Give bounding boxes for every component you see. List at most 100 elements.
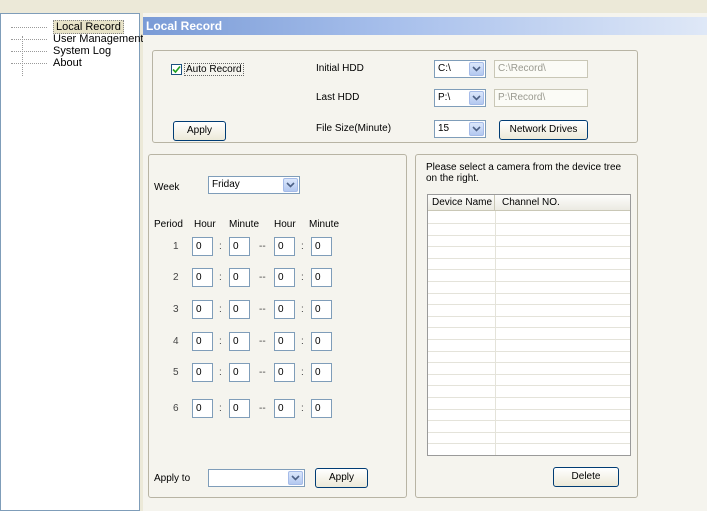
period-number: 4 (173, 336, 179, 347)
start-minute-header: Minute (229, 219, 260, 230)
start-minute-input[interactable]: 0 (229, 237, 250, 256)
period-header: Period (154, 219, 183, 230)
end-minute-input[interactable]: 0 (311, 332, 332, 351)
start-minute-input[interactable]: 0 (229, 268, 250, 287)
chevron-down-icon (469, 91, 484, 105)
table-row (428, 223, 630, 224)
network-drives-button[interactable]: Network Drives (499, 120, 588, 140)
chevron-down-icon (288, 471, 303, 485)
table-row (428, 408, 630, 410)
end-hour-input[interactable]: 0 (274, 399, 295, 418)
table-row (428, 431, 630, 433)
range-separator: -- (259, 403, 266, 414)
end-minute-input[interactable]: 0 (311, 363, 332, 382)
table-row (428, 234, 630, 236)
table-row (428, 327, 630, 329)
file-size-value: 15 (438, 123, 450, 134)
table-row (428, 304, 630, 306)
record-settings-group: Auto Record Initial HDD Last HDD File Si… (152, 50, 638, 143)
start-hour-header: Hour (194, 219, 216, 230)
chevron-down-icon (469, 62, 484, 76)
end-minute-header: Minute (309, 219, 340, 230)
colon-separator: : (301, 403, 304, 414)
apply-to-select[interactable] (208, 469, 305, 487)
file-size-select[interactable]: 15 (434, 120, 486, 138)
start-hour-input[interactable]: 0 (192, 300, 213, 319)
table-row (428, 420, 630, 422)
period-row: 4 0 : 0 -- 0 : 0 (149, 331, 399, 352)
end-hour-input[interactable]: 0 (274, 363, 295, 382)
column-header-channel-no[interactable]: Channel NO. (498, 195, 628, 211)
auto-record-label: Auto Record (184, 63, 244, 76)
chevron-down-icon (283, 178, 298, 192)
table-row (428, 257, 630, 259)
start-hour-input[interactable]: 0 (192, 237, 213, 256)
window-top-strip (0, 0, 707, 13)
table-row (428, 385, 630, 387)
table-row (428, 397, 630, 398)
last-hdd-select[interactable]: P:\ (434, 89, 486, 107)
apply-schedule-button[interactable]: Apply (315, 468, 368, 488)
end-hour-input[interactable]: 0 (274, 332, 295, 351)
tree-branch-line (11, 26, 47, 28)
sidebar-item-about[interactable]: About (11, 57, 82, 69)
end-hour-input[interactable]: 0 (274, 237, 295, 256)
colon-separator: : (301, 241, 304, 252)
colon-separator: : (219, 403, 222, 414)
end-minute-input[interactable]: 0 (311, 399, 332, 418)
camera-table-header: Device Name Channel NO. (428, 195, 630, 211)
last-hdd-path-field[interactable]: P:\Record\ (494, 89, 588, 107)
initial-hdd-path-field[interactable]: C:\Record\ (494, 60, 588, 78)
end-hour-header: Hour (274, 219, 296, 230)
end-minute-input[interactable]: 0 (311, 268, 332, 287)
period-number: 1 (173, 241, 179, 252)
initial-hdd-label: Initial HDD (316, 63, 364, 74)
auto-record-checkbox[interactable]: Auto Record (171, 63, 244, 76)
column-header-device-name[interactable]: Device Name (428, 195, 495, 211)
week-value: Friday (212, 179, 240, 190)
colon-separator: : (219, 367, 222, 378)
end-minute-input[interactable]: 0 (311, 237, 332, 256)
table-row (428, 281, 630, 282)
colon-separator: : (219, 336, 222, 347)
start-minute-input[interactable]: 0 (229, 399, 250, 418)
delete-button[interactable]: Delete (553, 467, 619, 487)
table-row (428, 292, 630, 294)
start-hour-input[interactable]: 0 (192, 332, 213, 351)
start-hour-input[interactable]: 0 (192, 268, 213, 287)
week-select[interactable]: Friday (208, 176, 300, 194)
start-hour-input[interactable]: 0 (192, 363, 213, 382)
end-hour-input[interactable]: 0 (274, 268, 295, 287)
sidebar-item-label: Local Record (53, 20, 124, 34)
period-number: 5 (173, 367, 179, 378)
end-hour-input[interactable]: 0 (274, 300, 295, 319)
last-hdd-label: Last HDD (316, 92, 360, 103)
table-row (428, 269, 630, 271)
sidebar-item-user-management[interactable]: User Management (11, 33, 144, 45)
start-minute-input[interactable]: 0 (229, 363, 250, 382)
checkbox-box (171, 64, 182, 75)
initial-hdd-select[interactable]: C:\ (434, 60, 486, 78)
colon-separator: : (219, 304, 222, 315)
range-separator: -- (259, 367, 266, 378)
start-minute-input[interactable]: 0 (229, 332, 250, 351)
start-minute-input[interactable]: 0 (229, 300, 250, 319)
end-minute-input[interactable]: 0 (311, 300, 332, 319)
sidebar-item-label: System Log (53, 45, 112, 57)
sidebar-item-label: User Management (53, 33, 144, 45)
colon-separator: : (219, 241, 222, 252)
range-separator: -- (259, 241, 266, 252)
start-hour-input[interactable]: 0 (192, 399, 213, 418)
sidebar-item-local-record[interactable]: Local Record (11, 20, 124, 34)
tree-branch-line (11, 50, 47, 52)
sidebar-item-system-log[interactable]: System Log (11, 45, 111, 57)
schedule-group: Week Friday Period Hour Minute Hour Minu… (148, 154, 407, 498)
apply-settings-button[interactable]: Apply (173, 121, 226, 141)
initial-hdd-value: C:\ (438, 63, 451, 74)
table-row (428, 339, 630, 340)
week-label: Week (154, 182, 180, 193)
column-divider (495, 211, 496, 455)
sidebar-item-label: About (53, 57, 82, 69)
range-separator: -- (259, 272, 266, 283)
range-separator: -- (259, 304, 266, 315)
